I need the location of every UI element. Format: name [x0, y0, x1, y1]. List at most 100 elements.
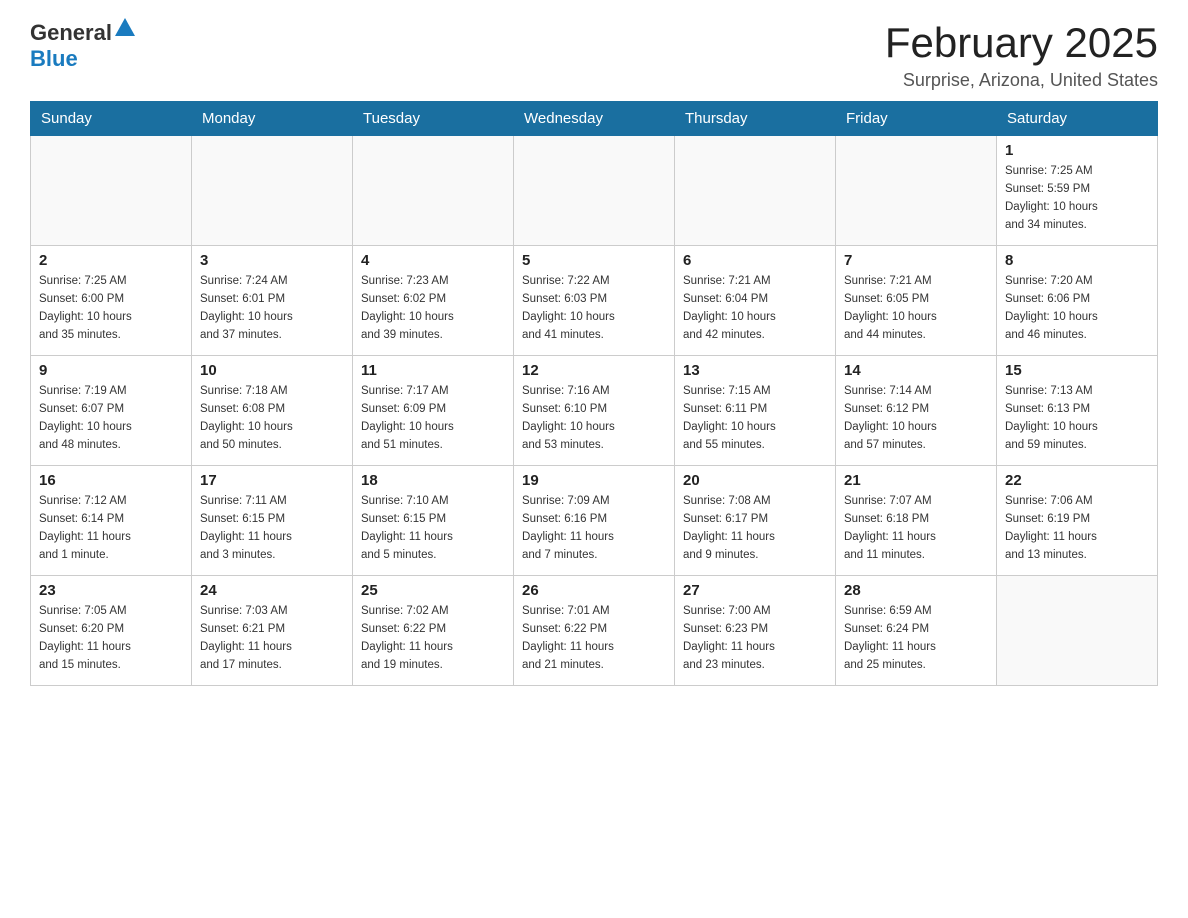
calendar-cell: 14 Sunrise: 7:14 AM Sunset: 6:12 PM Dayli…	[836, 356, 997, 466]
calendar-cell: 5 Sunrise: 7:22 AM Sunset: 6:03 PM Daylig…	[514, 246, 675, 356]
calendar-cell	[675, 136, 836, 246]
calendar-cell	[514, 136, 675, 246]
calendar-week-row: 9 Sunrise: 7:19 AM Sunset: 6:07 PM Daylig…	[31, 356, 1158, 466]
day-number: 21	[844, 472, 988, 489]
day-info: Sunrise: 7:00 AM Sunset: 6:23 PM Dayligh…	[683, 603, 827, 674]
day-number: 23	[39, 582, 183, 599]
day-number: 27	[683, 582, 827, 599]
day-number: 2	[39, 252, 183, 269]
day-number: 3	[200, 252, 344, 269]
day-number: 26	[522, 582, 666, 599]
logo-blue-text: Blue	[30, 46, 78, 71]
calendar-cell: 13Sunrise: 7:15 AM Sunset: 6:11 PM Dayli…	[675, 356, 836, 466]
calendar-cell: 22 Sunrise: 7:06 AM Sunset: 6:19 PM Dayli…	[997, 466, 1158, 576]
day-info: Sunrise: 7:19 AM Sunset: 6:07 PM Dayligh…	[39, 383, 183, 454]
day-number: 4	[361, 252, 505, 269]
calendar-cell: 11 Sunrise: 7:17 AM Sunset: 6:09 PM Dayli…	[353, 356, 514, 466]
calendar-cell: 25 Sunrise: 7:02 AM Sunset: 6:22 PM Dayli…	[353, 576, 514, 686]
day-info: Sunrise: 7:09 AM Sunset: 6:16 PM Dayligh…	[522, 493, 666, 564]
calendar-day-header: Friday	[836, 102, 997, 136]
day-number: 11	[361, 362, 505, 379]
day-info: Sunrise: 7:25 AM Sunset: 6:00 PM Dayligh…	[39, 273, 183, 344]
logo: General Blue	[30, 20, 135, 72]
calendar-cell: 15Sunrise: 7:13 AM Sunset: 6:13 PM Dayli…	[997, 356, 1158, 466]
day-number: 9	[39, 362, 183, 379]
calendar-cell: 3 Sunrise: 7:24 AM Sunset: 6:01 PM Daylig…	[192, 246, 353, 356]
calendar-cell: 6 Sunrise: 7:21 AM Sunset: 6:04 PM Daylig…	[675, 246, 836, 356]
calendar-cell: 24 Sunrise: 7:03 AM Sunset: 6:21 PM Dayli…	[192, 576, 353, 686]
day-info: Sunrise: 7:16 AM Sunset: 6:10 PM Dayligh…	[522, 383, 666, 454]
calendar-week-row: 1 Sunrise: 7:25 AM Sunset: 5:59 PM Daylig…	[31, 136, 1158, 246]
day-info: Sunrise: 7:03 AM Sunset: 6:21 PM Dayligh…	[200, 603, 344, 674]
calendar-week-row: 23 Sunrise: 7:05 AM Sunset: 6:20 PM Dayli…	[31, 576, 1158, 686]
day-number: 7	[844, 252, 988, 269]
day-info: Sunrise: 7:06 AM Sunset: 6:19 PM Dayligh…	[1005, 493, 1149, 564]
day-number: 1	[1005, 142, 1149, 159]
calendar-day-header: Monday	[192, 102, 353, 136]
day-number: 19	[522, 472, 666, 489]
calendar-cell: 10Sunrise: 7:18 AM Sunset: 6:08 PM Dayli…	[192, 356, 353, 466]
day-number: 5	[522, 252, 666, 269]
logo-triangle-icon	[115, 18, 135, 41]
day-info: Sunrise: 7:02 AM Sunset: 6:22 PM Dayligh…	[361, 603, 505, 674]
calendar-cell: 18Sunrise: 7:10 AM Sunset: 6:15 PM Dayli…	[353, 466, 514, 576]
day-number: 18	[361, 472, 505, 489]
calendar-cell	[353, 136, 514, 246]
calendar-cell: 26 Sunrise: 7:01 AM Sunset: 6:22 PM Dayli…	[514, 576, 675, 686]
day-number: 14	[844, 362, 988, 379]
calendar-cell: 2 Sunrise: 7:25 AM Sunset: 6:00 PM Daylig…	[31, 246, 192, 356]
day-info: Sunrise: 7:07 AM Sunset: 6:18 PM Dayligh…	[844, 493, 988, 564]
day-number: 25	[361, 582, 505, 599]
day-info: Sunrise: 6:59 AM Sunset: 6:24 PM Dayligh…	[844, 603, 988, 674]
calendar-week-row: 16 Sunrise: 7:12 AM Sunset: 6:14 PM Dayli…	[31, 466, 1158, 576]
calendar-day-header: Tuesday	[353, 102, 514, 136]
location-subtitle: Surprise, Arizona, United States	[885, 70, 1158, 91]
day-number: 20	[683, 472, 827, 489]
day-info: Sunrise: 7:08 AM Sunset: 6:17 PM Dayligh…	[683, 493, 827, 564]
calendar-cell: 12 Sunrise: 7:16 AM Sunset: 6:10 PM Dayli…	[514, 356, 675, 466]
day-info: Sunrise: 7:14 AM Sunset: 6:12 PM Dayligh…	[844, 383, 988, 454]
day-number: 8	[1005, 252, 1149, 269]
calendar-cell: 9 Sunrise: 7:19 AM Sunset: 6:07 PM Daylig…	[31, 356, 192, 466]
calendar-cell: 20 Sunrise: 7:08 AM Sunset: 6:17 PM Dayli…	[675, 466, 836, 576]
day-info: Sunrise: 7:22 AM Sunset: 6:03 PM Dayligh…	[522, 273, 666, 344]
day-number: 10	[200, 362, 344, 379]
day-info: Sunrise: 7:13 AM Sunset: 6:13 PM Dayligh…	[1005, 383, 1149, 454]
calendar-cell: 1 Sunrise: 7:25 AM Sunset: 5:59 PM Daylig…	[997, 136, 1158, 246]
calendar-cell: 8 Sunrise: 7:20 AM Sunset: 6:06 PM Daylig…	[997, 246, 1158, 356]
day-number: 12	[522, 362, 666, 379]
day-info: Sunrise: 7:25 AM Sunset: 5:59 PM Dayligh…	[1005, 163, 1149, 234]
day-info: Sunrise: 7:17 AM Sunset: 6:09 PM Dayligh…	[361, 383, 505, 454]
day-info: Sunrise: 7:01 AM Sunset: 6:22 PM Dayligh…	[522, 603, 666, 674]
calendar-cell: 19 Sunrise: 7:09 AM Sunset: 6:16 PM Dayli…	[514, 466, 675, 576]
day-info: Sunrise: 7:12 AM Sunset: 6:14 PM Dayligh…	[39, 493, 183, 564]
day-number: 24	[200, 582, 344, 599]
day-number: 16	[39, 472, 183, 489]
calendar-cell: 27 Sunrise: 7:00 AM Sunset: 6:23 PM Dayli…	[675, 576, 836, 686]
calendar-cell	[192, 136, 353, 246]
calendar-cell: 7Sunrise: 7:21 AM Sunset: 6:05 PM Daylig…	[836, 246, 997, 356]
calendar-day-header: Saturday	[997, 102, 1158, 136]
day-number: 28	[844, 582, 988, 599]
calendar-cell	[997, 576, 1158, 686]
day-info: Sunrise: 7:11 AM Sunset: 6:15 PM Dayligh…	[200, 493, 344, 564]
page-header: General Blue February 2025 Surprise, Ari…	[30, 20, 1158, 91]
day-number: 6	[683, 252, 827, 269]
calendar-cell: 4 Sunrise: 7:23 AM Sunset: 6:02 PM Daylig…	[353, 246, 514, 356]
calendar-day-header: Sunday	[31, 102, 192, 136]
calendar-table: SundayMondayTuesdayWednesdayThursdayFrid…	[30, 101, 1158, 686]
day-info: Sunrise: 7:21 AM Sunset: 6:04 PM Dayligh…	[683, 273, 827, 344]
calendar-cell: 16 Sunrise: 7:12 AM Sunset: 6:14 PM Dayli…	[31, 466, 192, 576]
calendar-cell: 17Sunrise: 7:11 AM Sunset: 6:15 PM Dayli…	[192, 466, 353, 576]
logo-general-text: General	[30, 20, 112, 46]
day-info: Sunrise: 7:23 AM Sunset: 6:02 PM Dayligh…	[361, 273, 505, 344]
day-number: 22	[1005, 472, 1149, 489]
calendar-day-header: Thursday	[675, 102, 836, 136]
day-number: 13	[683, 362, 827, 379]
day-info: Sunrise: 7:05 AM Sunset: 6:20 PM Dayligh…	[39, 603, 183, 674]
calendar-week-row: 2 Sunrise: 7:25 AM Sunset: 6:00 PM Daylig…	[31, 246, 1158, 356]
calendar-header-row: SundayMondayTuesdayWednesdayThursdayFrid…	[31, 102, 1158, 136]
day-info: Sunrise: 7:24 AM Sunset: 6:01 PM Dayligh…	[200, 273, 344, 344]
day-info: Sunrise: 7:20 AM Sunset: 6:06 PM Dayligh…	[1005, 273, 1149, 344]
calendar-cell: 23 Sunrise: 7:05 AM Sunset: 6:20 PM Dayli…	[31, 576, 192, 686]
